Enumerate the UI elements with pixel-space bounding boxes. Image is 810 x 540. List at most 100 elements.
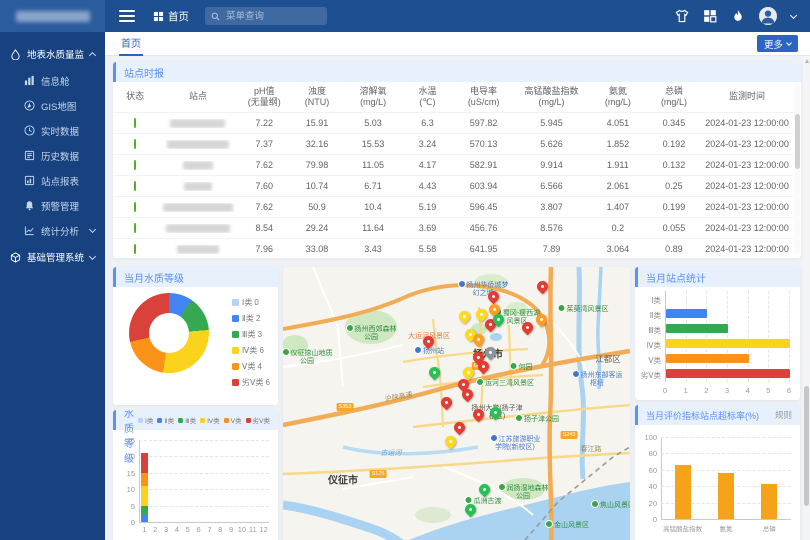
menu-search-box[interactable] [205, 7, 327, 25]
group-chevron-icon [89, 52, 96, 59]
legend-item[interactable]: Ⅳ类 6 [232, 345, 270, 356]
sidebar-item-统计分析[interactable]: 统计分析 [0, 218, 105, 243]
status-cell [113, 223, 157, 233]
user-menu-chevron-icon[interactable] [790, 11, 797, 18]
page-scrollbar[interactable] [803, 56, 810, 540]
legend-label: Ⅳ类 [207, 415, 220, 425]
value-cell: 7.22 [239, 118, 290, 128]
table-scrollbar[interactable] [794, 82, 800, 254]
grade-donut-chart[interactable] [129, 293, 209, 373]
x-tick-label: 6 [783, 386, 795, 395]
legend-item[interactable]: Ⅱ类 2 [232, 313, 270, 324]
layout-size-icon[interactable] [703, 9, 717, 23]
stacked-bar-segment[interactable] [141, 473, 148, 486]
legend-item[interactable]: 劣Ⅴ类 6 [232, 377, 270, 388]
x-category-label: 总磷 [739, 523, 799, 533]
exceed-rate-chart[interactable]: 020406080100 高锰酸盐指数 氨氮 总磷 [635, 425, 800, 540]
station-report-panel: 站点时报 状态站点pH值(无量纲)浊度(NTU)溶解氧(mg/L)水温(℃)电导… [113, 62, 801, 258]
status-dot-green [134, 160, 136, 170]
legend-item[interactable]: Ⅴ类 [224, 415, 242, 425]
sidebar-item-实时数据[interactable]: 实时数据 [0, 118, 105, 143]
stacked-bar-segment[interactable] [141, 486, 148, 506]
table-row[interactable]: 7.2215.915.036.3597.825.9454.0510.345202… [113, 112, 793, 133]
more-button-label: 更多 [764, 37, 783, 51]
hbar[interactable] [666, 324, 728, 333]
stacked-bar-segment[interactable] [141, 515, 148, 522]
legend-item[interactable]: Ⅳ类 [200, 415, 220, 425]
legend-swatch [178, 418, 183, 423]
sidebar-collapse-icon[interactable] [119, 10, 135, 22]
station-stats-chart[interactable]: 0123456Ⅰ类Ⅱ类Ⅲ类Ⅳ类Ⅴ类劣Ⅴ类 [635, 287, 800, 400]
hbar[interactable] [666, 354, 749, 363]
table-row[interactable]: 7.3732.1615.533.24570.135.6261.8520.1922… [113, 133, 793, 154]
table-scrollbar-thumb[interactable] [795, 114, 800, 169]
value-cell: 1.911 [589, 160, 647, 170]
table-row[interactable]: 7.6279.9811.054.17582.919.9141.9110.1322… [113, 154, 793, 175]
panel-title-exceed-rate: 当月评价指标站点超标率(%) 规则 [635, 405, 800, 425]
table-row[interactable]: 7.6250.910.45.19596.453.8071.4070.199202… [113, 196, 793, 217]
scrollbar-up-arrow[interactable] [805, 59, 809, 63]
sidebar-item-信息舱[interactable]: 信息舱 [0, 68, 105, 93]
x-tick-label: 4 [742, 386, 754, 395]
more-button[interactable]: 更多 [757, 35, 798, 52]
station-name-redacted [163, 203, 233, 212]
item-chevron-icon [89, 226, 96, 233]
legend-label: Ⅳ类 6 [242, 345, 264, 356]
status-dot-green [134, 244, 136, 254]
sidebar-group-0[interactable]: 地表水质量监测系统 [0, 40, 105, 68]
value-cell: 5.03 [344, 118, 402, 128]
page-scrollbar-thumb[interactable] [804, 386, 809, 506]
tab-home[interactable]: 首页 [119, 32, 143, 56]
vbar[interactable] [675, 465, 691, 519]
sidebar-item-站点报表[interactable]: 站点报表 [0, 168, 105, 193]
user-avatar[interactable] [759, 7, 777, 25]
legend-item[interactable]: Ⅲ类 [178, 415, 196, 425]
fullscreen-flame-icon[interactable] [731, 9, 745, 23]
column-header: 氨氮(mg/L) [589, 86, 647, 109]
legend-item[interactable]: Ⅰ类 [138, 415, 153, 425]
sidebar-item-label: 站点报表 [41, 174, 95, 188]
legend-item[interactable]: Ⅱ类 [157, 415, 174, 425]
header-home-button[interactable]: 首页 [153, 9, 189, 24]
hbar[interactable] [666, 369, 790, 378]
x-tick-label: 1 [680, 386, 692, 395]
theme-skin-icon[interactable] [675, 9, 689, 23]
menu-search-input[interactable] [224, 10, 321, 23]
station-name-cell [157, 119, 239, 128]
annual-grade-chart[interactable]: 0510152025123456789101112 [113, 430, 278, 540]
value-cell: 15.91 [290, 118, 344, 128]
value-cell: 29.24 [290, 223, 344, 233]
legend-item[interactable]: Ⅲ类 3 [232, 329, 270, 340]
legend-item[interactable]: Ⅰ类 0 [232, 297, 270, 308]
hbar[interactable] [666, 309, 707, 318]
stations-map[interactable]: 扬州市仪征市江都区扬州西郊森林公园仪征捺山地质公园蜀冈-瘦西湖风景区茱萸湾风景区… [283, 267, 630, 540]
road-shield: S353 [337, 403, 354, 411]
legend-item[interactable]: 劣Ⅴ类 [246, 415, 270, 425]
status-cell [113, 244, 157, 254]
stacked-bar-segment[interactable] [141, 506, 148, 516]
value-cell: 8.54 [239, 223, 290, 233]
avatar-person-icon [759, 7, 777, 25]
sidebar-item-GIS地图[interactable]: GIS地图 [0, 93, 105, 118]
annual-grade-panel: 全年水质等级 Ⅰ类 Ⅱ类 Ⅲ类 Ⅳ类 Ⅴ类 劣Ⅴ类 05101520251234… [113, 410, 278, 540]
vbar[interactable] [761, 484, 777, 519]
value-cell: 8.576 [514, 223, 589, 233]
grid-icon [153, 11, 164, 22]
sidebar-item-历史数据[interactable]: 历史数据 [0, 143, 105, 168]
table-row[interactable]: 8.5429.2411.643.69456.768.5760.20.055202… [113, 217, 793, 238]
hbar[interactable] [666, 339, 790, 348]
value-cell: 1.407 [589, 202, 647, 212]
value-cell: 641.95 [453, 244, 514, 254]
value-cell: 7.37 [239, 139, 290, 149]
stacked-bar-segment[interactable] [141, 453, 148, 473]
value-cell: 7.89 [514, 244, 589, 254]
table-row[interactable]: 7.6010.746.714.43603.946.5662.0610.25202… [113, 175, 793, 196]
table-row[interactable]: 7.9633.083.435.58641.957.893.0640.892024… [113, 238, 793, 258]
rules-link[interactable]: 规则 [775, 409, 792, 421]
legend-item[interactable]: Ⅴ类 4 [232, 361, 270, 372]
sidebar-item-预警管理[interactable]: 预警管理 [0, 193, 105, 218]
sidebar-group-1[interactable]: 基础管理系统 [0, 243, 105, 271]
tab-home-label: 首页 [121, 35, 141, 50]
legend-swatch [157, 418, 162, 423]
vbar[interactable] [718, 473, 734, 519]
